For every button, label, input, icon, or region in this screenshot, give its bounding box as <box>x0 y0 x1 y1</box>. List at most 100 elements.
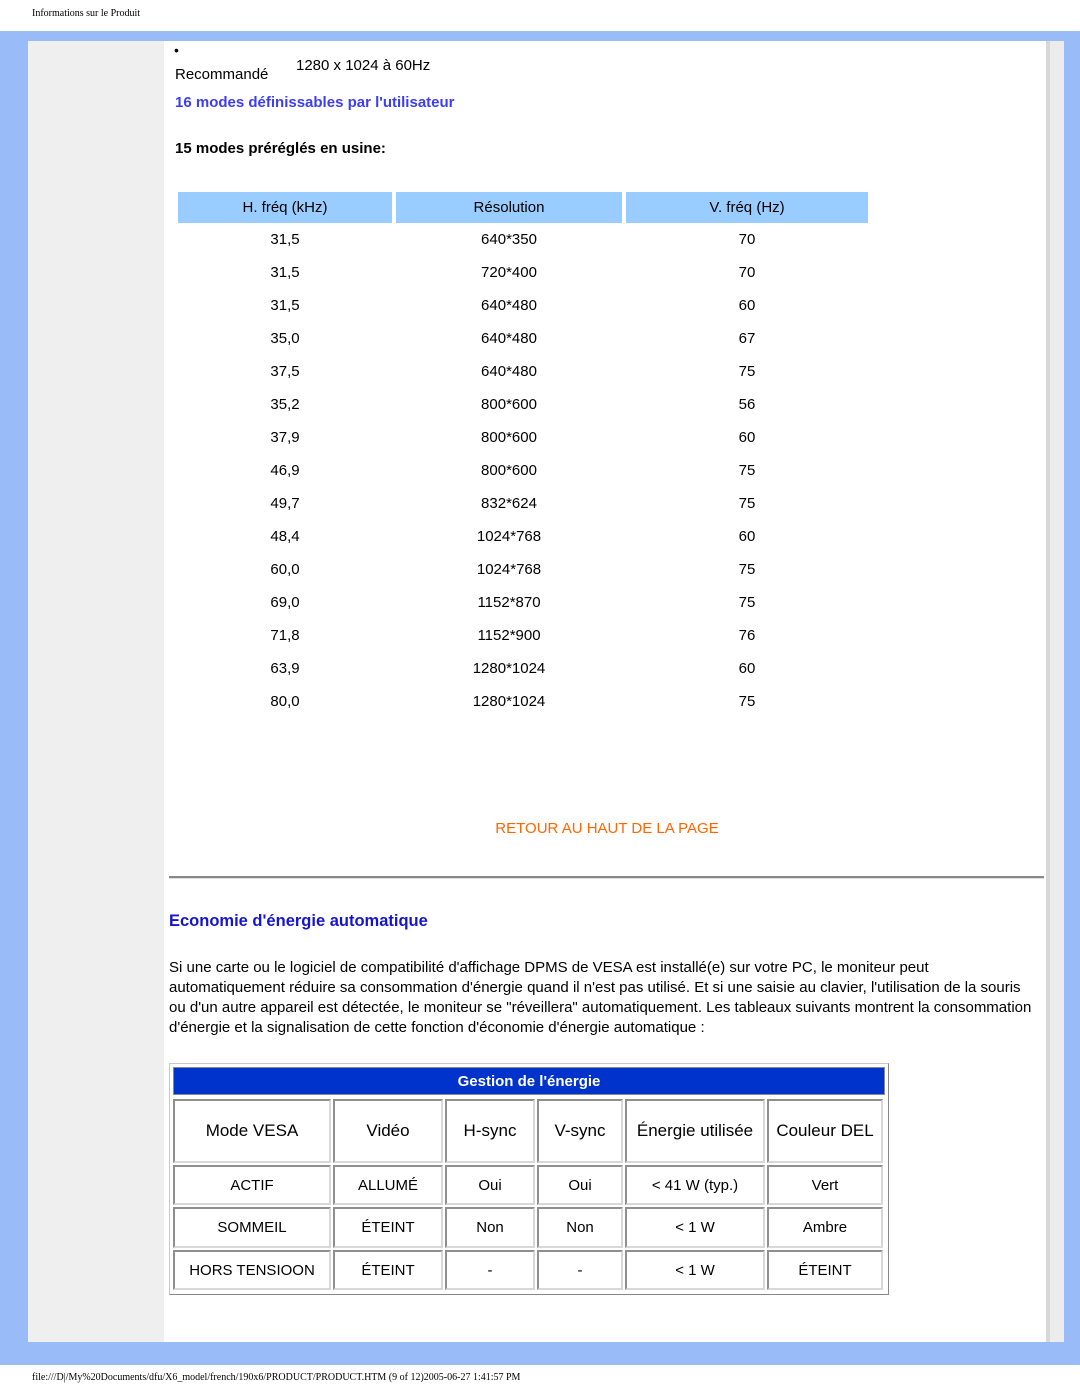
h-freq-cell: 31,5 <box>270 297 300 314</box>
h-freq-cell: 35,0 <box>270 330 300 347</box>
v-freq-cell: 60 <box>738 297 756 314</box>
back-to-top-link[interactable]: RETOUR AU HAUT DE LA PAGE <box>0 820 1080 837</box>
h-freq-cell: 31,5 <box>270 231 300 248</box>
timing-row: 71,8 1152*900 76 <box>178 619 868 652</box>
timing-row: 60,0 1024*768 75 <box>178 553 868 586</box>
resolution-cell: 1152*900 <box>477 627 541 644</box>
timing-row: 63,9 1280*1024 60 <box>178 652 868 685</box>
v-sync-cell: Non <box>537 1207 623 1248</box>
timing-row: 49,7 832*624 75 <box>178 487 868 520</box>
mode-cell: ACTIF <box>173 1165 331 1205</box>
power-cell: < 1 W <box>625 1250 765 1290</box>
timing-header-row: H. fréq (kHz) Résolution V. fréq (Hz) <box>178 192 868 223</box>
h-freq-cell: 48,4 <box>270 528 300 545</box>
v-freq-cell: 75 <box>738 561 756 578</box>
h-freq-cell: 46,9 <box>270 462 300 479</box>
resolution-cell: 1024*768 <box>476 528 542 545</box>
timing-row: 37,5 640*480 75 <box>178 355 868 388</box>
v-freq-cell: 75 <box>738 594 756 611</box>
header-h-sync: H-sync <box>445 1099 535 1163</box>
header-mode-vesa: Mode VESA <box>173 1099 331 1163</box>
recommended-label: Recommandé <box>175 66 269 83</box>
header-video: Vidéo <box>333 1099 443 1163</box>
h-sync-cell: Non <box>445 1207 535 1248</box>
header-led-color: Couleur DEL <box>767 1099 883 1163</box>
v-freq-cell: 60 <box>738 660 756 677</box>
power-saving-heading: Economie d'énergie automatique <box>169 912 428 930</box>
recommended-value: 1280 x 1024 à 60Hz <box>296 57 431 74</box>
header-power-used: Énergie utilisée <box>625 1099 765 1163</box>
header-h-freq: H. fréq (kHz) <box>178 192 392 223</box>
header-v-sync: V-sync <box>537 1099 623 1163</box>
v-sync-cell: Oui <box>537 1165 623 1205</box>
timing-row: 35,0 640*480 67 <box>178 322 868 355</box>
resolution-cell: 1024*768 <box>476 561 542 578</box>
resolution-cell: 640*350 <box>481 231 537 248</box>
horizontal-divider <box>169 876 1044 879</box>
timing-row: 35,2 800*600 56 <box>178 388 868 421</box>
resolution-cell: 1152*870 <box>477 594 541 611</box>
v-freq-cell: 60 <box>738 429 756 446</box>
v-freq-cell: 56 <box>738 396 756 413</box>
h-sync-cell: Oui <box>445 1165 535 1205</box>
v-freq-cell: 75 <box>738 363 756 380</box>
h-freq-cell: 31,5 <box>270 264 300 281</box>
v-freq-cell: 75 <box>738 693 756 710</box>
resolution-cell: 800*600 <box>481 396 537 413</box>
h-freq-cell: 69,0 <box>270 594 300 611</box>
power-cell: < 1 W <box>625 1207 765 1248</box>
v-freq-cell: 76 <box>738 627 756 644</box>
h-sync-cell: - <box>445 1250 535 1290</box>
timing-row: 31,5 640*480 60 <box>178 289 868 322</box>
h-freq-cell: 71,8 <box>270 627 300 644</box>
timing-row: 31,5 640*350 70 <box>178 223 868 256</box>
v-freq-cell: 70 <box>738 231 756 248</box>
h-freq-cell: 63,9 <box>270 660 300 677</box>
resolution-cell: 640*480 <box>481 297 537 314</box>
led-color-cell: ÉTEINT <box>767 1250 883 1290</box>
power-saving-paragraph: Si une carte ou le logiciel de compatibi… <box>169 959 1032 1036</box>
h-freq-cell: 35,2 <box>270 396 300 413</box>
resolution-cell: 1280*1024 <box>472 660 546 677</box>
resolution-cell: 640*480 <box>481 330 537 347</box>
resolution-cell: 832*624 <box>481 495 537 512</box>
h-freq-cell: 37,9 <box>270 429 300 446</box>
timing-row: 69,0 1152*870 75 <box>178 586 868 619</box>
resolution-cell: 640*480 <box>481 363 537 380</box>
resolution-cell: 800*600 <box>481 429 537 446</box>
resolution-cell: 800*600 <box>481 462 537 479</box>
v-freq-cell: 75 <box>738 462 756 479</box>
document-content: • Recommandé 1280 x 1024 à 60Hz 16 modes… <box>0 0 1080 1397</box>
resolution-cell: 1280*1024 <box>472 693 546 710</box>
mode-cell: SOMMEIL <box>173 1207 331 1248</box>
h-freq-cell: 49,7 <box>270 495 300 512</box>
mode-cell: HORS TENSIOON <box>173 1250 331 1290</box>
bullet-icon: • <box>174 42 179 58</box>
v-freq-cell: 75 <box>738 495 756 512</box>
led-color-cell: Vert <box>767 1165 883 1205</box>
power-management-table: Gestion de l'énergie Mode VESA Vidéo H-syn… <box>169 1063 889 1295</box>
timing-row: 37,9 800*600 60 <box>178 421 868 454</box>
h-freq-cell: 80,0 <box>270 693 300 710</box>
video-cell: ALLUMÉ <box>333 1165 443 1205</box>
h-freq-cell: 37,5 <box>270 363 300 380</box>
user-modes-heading: 16 modes définissables par l'utilisateur <box>175 94 455 111</box>
timing-row: 48,4 1024*768 60 <box>178 520 868 553</box>
preset-modes-heading: 15 modes préréglés en usine: <box>175 140 386 157</box>
v-freq-cell: 67 <box>738 330 756 347</box>
timing-row: 46,9 800*600 75 <box>178 454 868 487</box>
led-color-cell: Ambre <box>767 1207 883 1248</box>
v-sync-cell: - <box>537 1250 623 1290</box>
timing-table: H. fréq (kHz) Résolution V. fréq (Hz) 31… <box>174 192 872 718</box>
timing-row: 31,5 720*400 70 <box>178 256 868 289</box>
timing-row: 80,0 1280*1024 75 <box>178 685 868 718</box>
resolution-cell: 720*400 <box>481 264 537 281</box>
power-table-title: Gestion de l'énergie <box>173 1067 885 1095</box>
power-cell: < 41 W (typ.) <box>625 1165 765 1205</box>
v-freq-cell: 70 <box>738 264 756 281</box>
h-freq-cell: 60,0 <box>270 561 300 578</box>
page-footer-path: file:///D|/My%20Documents/dfu/X6_model/f… <box>32 1372 521 1383</box>
header-resolution: Résolution <box>396 192 622 223</box>
header-v-freq: V. fréq (Hz) <box>626 192 868 223</box>
video-cell: ÉTEINT <box>333 1250 443 1290</box>
